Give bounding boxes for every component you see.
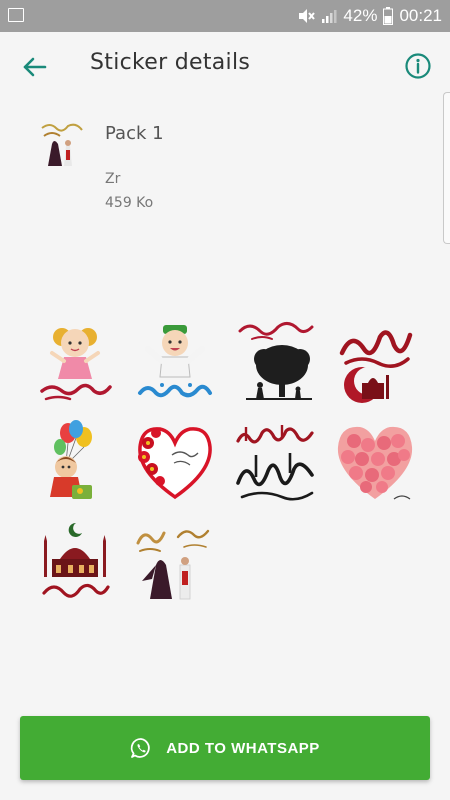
sticker-eid-fitr[interactable] [225, 412, 325, 512]
whatsapp-icon [130, 738, 150, 758]
scroll-indicator[interactable] [443, 92, 450, 244]
sticker-heart-frame[interactable] [125, 412, 225, 512]
status-bar: 42% 00:21 [0, 0, 450, 32]
battery-percent: 42% [343, 6, 378, 25]
app-bar: Sticker details [0, 32, 450, 102]
sticker-eid-figures[interactable] [125, 512, 225, 612]
sticker-rose-heart[interactable] [325, 412, 425, 512]
sticker-grid [25, 312, 425, 612]
sticker-mosque[interactable] [25, 512, 125, 612]
mute-icon [299, 9, 316, 23]
sticker-red-calligraphy[interactable] [325, 312, 425, 412]
sticker-tree[interactable] [225, 312, 325, 412]
clock: 00:21 [399, 6, 442, 25]
add-to-whatsapp-label: ADD TO WHATSAPP [166, 739, 320, 757]
pack-size: 459 Ko [105, 195, 154, 211]
sticker-girl[interactable] [25, 312, 125, 412]
signal-icon [322, 10, 337, 23]
pack-thumbnail [41, 123, 83, 166]
image-icon [8, 8, 24, 22]
battery-icon [383, 7, 394, 25]
page-title: Sticker details [90, 50, 251, 75]
add-to-whatsapp-button[interactable]: ADD TO WHATSAPP [20, 716, 430, 780]
status-icons: 42% 00:21 [297, 5, 442, 27]
pack-author: Zr [105, 171, 121, 187]
arrow-left-icon[interactable] [20, 52, 50, 82]
sticker-boy[interactable] [125, 312, 225, 412]
pack-name: Pack 1 [105, 123, 164, 144]
info-icon[interactable] [404, 52, 432, 80]
sticker-balloons[interactable] [25, 412, 125, 512]
